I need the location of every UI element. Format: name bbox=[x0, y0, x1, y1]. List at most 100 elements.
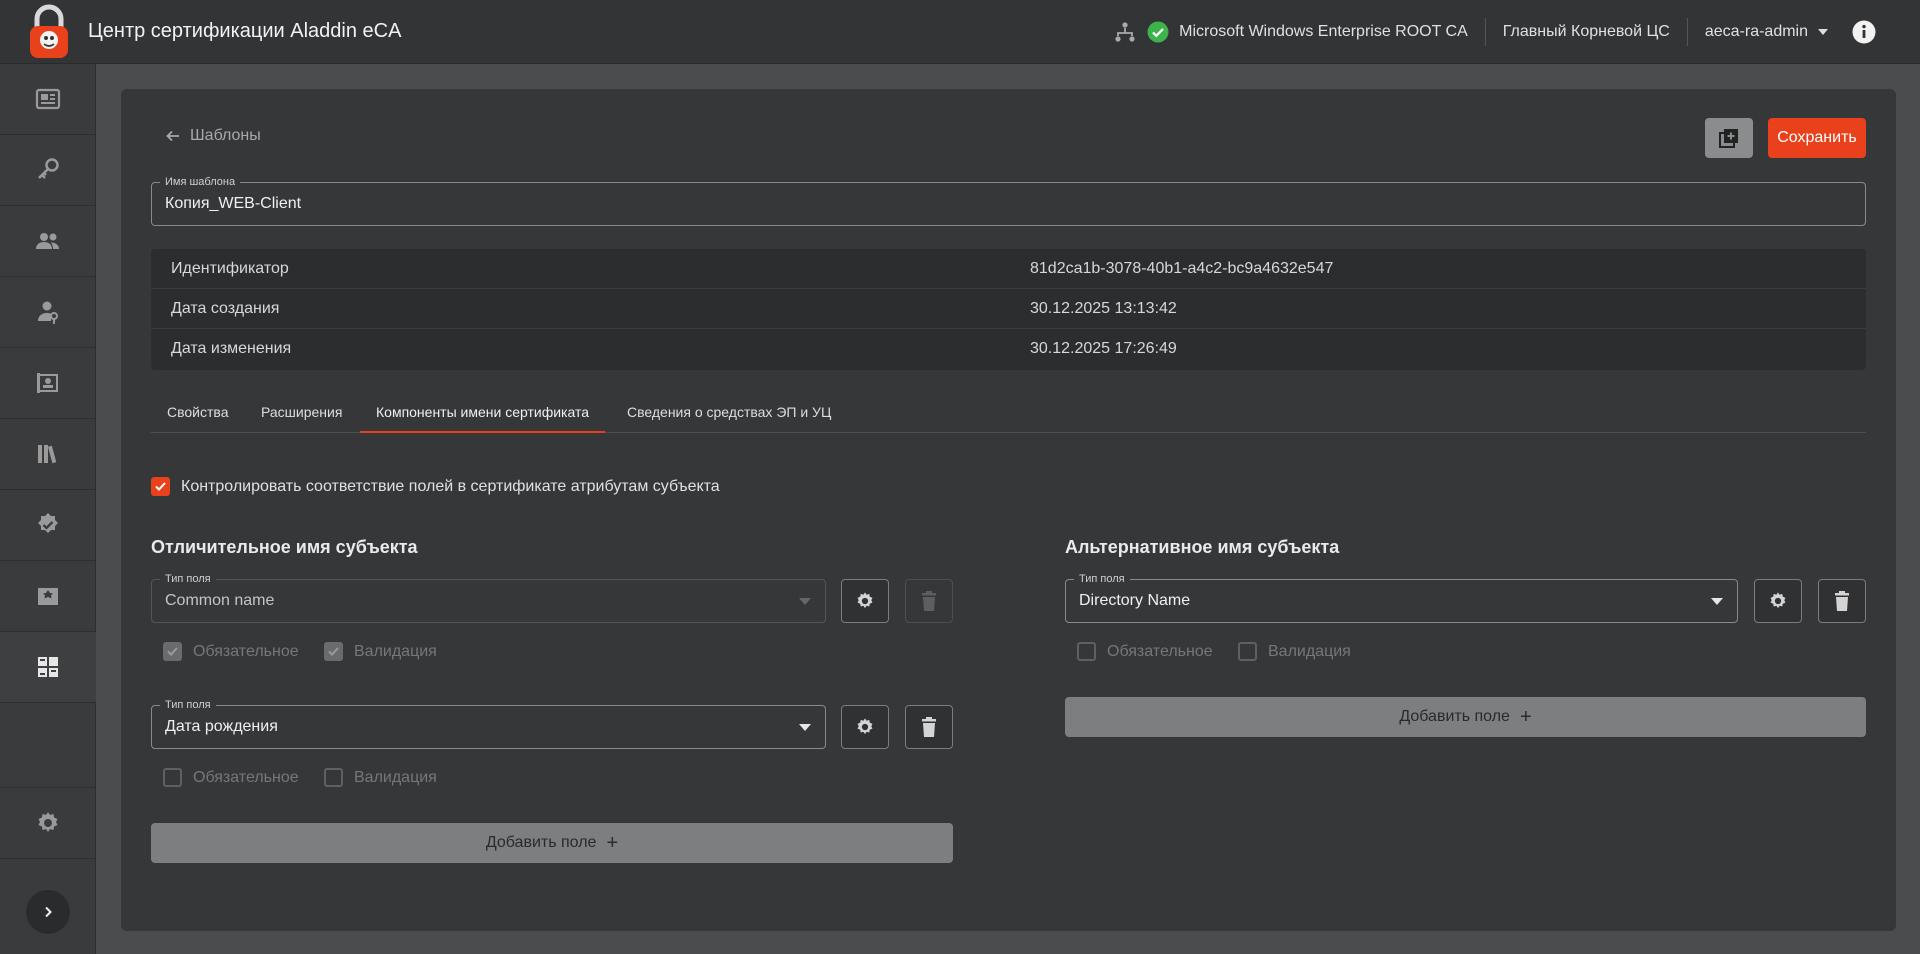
user-menu[interactable]: aeca-ra-admin bbox=[1705, 23, 1828, 41]
certificate-request-icon bbox=[37, 373, 58, 393]
validation-label: Валидация bbox=[354, 642, 437, 660]
alt-add-field-button[interactable]: Добавить поле + bbox=[1065, 697, 1866, 737]
checkbox[interactable] bbox=[163, 768, 182, 787]
tab-properties[interactable]: Свойства bbox=[151, 395, 244, 433]
info-value: 30.12.2025 13:13:42 bbox=[1030, 300, 1177, 317]
check-icon bbox=[167, 647, 178, 656]
dn-field-settings-button-1[interactable] bbox=[841, 579, 889, 623]
back-to-templates-link[interactable]: Шаблоны bbox=[165, 127, 261, 145]
info-key: Идентификатор bbox=[171, 260, 289, 277]
divider bbox=[1484, 18, 1486, 46]
check-icon bbox=[328, 647, 339, 656]
validation-label: Валидация bbox=[354, 768, 437, 786]
chevron-right-icon bbox=[45, 906, 52, 918]
subject-alt-title: Альтернативное имя субъекта bbox=[1065, 537, 1340, 557]
plus-icon: + bbox=[1519, 706, 1532, 728]
sidebar-item-templates[interactable] bbox=[0, 632, 96, 703]
ca-hierarchy-icon[interactable] bbox=[1113, 20, 1137, 44]
info-value: 30.12.2025 17:26:49 bbox=[1030, 340, 1177, 357]
top-right-area: Microsoft Windows Enterprise ROOT CA Гла… bbox=[1113, 0, 1920, 64]
info-value: 81d2ca1b-3078-40b1-a4c2-bc9a4632e547 bbox=[1030, 260, 1334, 277]
dn-field-delete-button-1[interactable] bbox=[905, 579, 953, 623]
sidebar-item-certificate-templates[interactable] bbox=[0, 561, 96, 632]
sidebar-item-user-keys[interactable] bbox=[0, 277, 96, 348]
dn-field-type-select-2[interactable]: Тип поля Дата рождения bbox=[151, 698, 826, 749]
dn-validation-checkbox-2[interactable]: Валидация bbox=[324, 768, 437, 787]
alt-field-delete-button-1[interactable] bbox=[1818, 579, 1866, 623]
checkbox[interactable] bbox=[151, 477, 170, 496]
checkbox[interactable] bbox=[1077, 642, 1096, 661]
tab-name-components[interactable]: Компоненты имени сертификата bbox=[360, 395, 606, 433]
sidebar-item-verified[interactable] bbox=[0, 490, 96, 561]
tab-extensions[interactable]: Расширения bbox=[245, 395, 358, 433]
dashboard-icon bbox=[35, 88, 61, 110]
checkbox[interactable] bbox=[1238, 642, 1257, 661]
verified-icon bbox=[38, 513, 58, 533]
field-type-value: Дата рождения bbox=[165, 718, 278, 735]
trash-icon bbox=[922, 717, 936, 737]
info-row-id: Идентификатор 81d2ca1b-3078-40b1-a4c2-bc… bbox=[151, 249, 1866, 289]
info-key: Дата создания bbox=[171, 300, 280, 317]
username: aeca-ra-admin bbox=[1704, 23, 1808, 40]
template-name-field[interactable]: Имя шаблона Копия_WEB-Client bbox=[151, 175, 1866, 226]
template-name-value: Копия_WEB-Client bbox=[165, 195, 302, 212]
tab-bar: Свойства Расширения Компоненты имени сер… bbox=[151, 395, 1866, 433]
dn-field-type-select-1[interactable]: Тип поля Common name bbox=[151, 572, 826, 623]
info-row-modified: Дата изменения 30.12.2025 17:26:49 bbox=[151, 329, 1866, 369]
trash-icon bbox=[1835, 591, 1849, 611]
app-title: Центр сертификации Aladdin eCA bbox=[88, 20, 402, 42]
required-label: Обязательное bbox=[1107, 642, 1213, 660]
dn-add-field-button[interactable]: Добавить поле + bbox=[151, 823, 953, 863]
add-field-label: Добавить поле bbox=[1399, 708, 1510, 725]
back-label: Шаблоны bbox=[190, 127, 261, 144]
expand-sidebar-button[interactable] bbox=[26, 890, 70, 934]
copy-add-icon bbox=[1719, 129, 1738, 148]
control-attributes-checkbox[interactable]: Контролировать соответствие полей в серт… bbox=[151, 477, 720, 496]
info-row-created: Дата создания 30.12.2025 13:13:42 bbox=[151, 289, 1866, 329]
library-icon bbox=[38, 445, 57, 464]
sidebar-item-keys[interactable] bbox=[0, 135, 96, 206]
sidebar-item-users[interactable] bbox=[0, 206, 96, 277]
aladdin-logo bbox=[30, 4, 68, 58]
field-type-value: Directory Name bbox=[1079, 592, 1191, 609]
alt-field-type-select-1[interactable]: Тип поля Directory Name bbox=[1065, 572, 1738, 623]
dn-field-delete-button-2[interactable] bbox=[905, 705, 953, 749]
template-info-table: Идентификатор 81d2ca1b-3078-40b1-a4c2-bc… bbox=[151, 249, 1866, 370]
users-icon bbox=[36, 233, 59, 249]
alt-field-settings-button-1[interactable] bbox=[1754, 579, 1802, 623]
duplicate-button[interactable] bbox=[1705, 118, 1753, 158]
certificate-template-icon bbox=[38, 588, 58, 605]
chevron-down-icon bbox=[799, 724, 811, 731]
ca-name: Microsoft Windows Enterprise ROOT CA bbox=[1179, 23, 1468, 40]
checkbox[interactable] bbox=[163, 642, 182, 661]
sidebar-item-requests[interactable] bbox=[0, 348, 96, 419]
plus-icon: + bbox=[606, 832, 619, 854]
field-type-value: Common name bbox=[165, 592, 275, 609]
dn-required-checkbox-1[interactable]: Обязательное bbox=[163, 642, 299, 661]
required-label: Обязательное bbox=[193, 642, 299, 660]
keys-icon bbox=[38, 158, 59, 179]
tab-signature-tools[interactable]: Сведения о средствах ЭП и УЦ bbox=[611, 395, 847, 433]
gear-icon bbox=[857, 718, 873, 735]
alt-validation-checkbox-1[interactable]: Валидация bbox=[1238, 642, 1351, 661]
trash-icon bbox=[922, 591, 936, 611]
settings-icon bbox=[38, 812, 58, 832]
template-editor-card: Шаблоны Сохранить Имя шаблона Копия_WEB-… bbox=[121, 89, 1896, 931]
chevron-down-icon bbox=[1818, 29, 1828, 35]
ca-role: Главный Корневой ЦС bbox=[1502, 23, 1670, 40]
gear-icon bbox=[857, 592, 873, 609]
alt-required-checkbox-1[interactable]: Обязательное bbox=[1077, 642, 1213, 661]
dn-field-settings-button-2[interactable] bbox=[841, 705, 889, 749]
add-field-label: Добавить поле bbox=[485, 834, 597, 851]
dn-required-checkbox-2[interactable]: Обязательное bbox=[163, 768, 299, 787]
dn-validation-checkbox-1[interactable]: Валидация bbox=[324, 642, 437, 661]
validation-label: Валидация bbox=[1268, 642, 1351, 660]
sidebar-item-dashboard[interactable] bbox=[0, 64, 96, 135]
sidebar-item-settings[interactable] bbox=[0, 788, 96, 859]
sidebar-item-library[interactable] bbox=[0, 419, 96, 490]
arrow-left-icon bbox=[166, 130, 179, 142]
info-icon[interactable] bbox=[1852, 20, 1876, 44]
checkbox[interactable] bbox=[324, 768, 343, 787]
save-button[interactable]: Сохранить bbox=[1768, 118, 1866, 158]
checkbox[interactable] bbox=[324, 642, 343, 661]
